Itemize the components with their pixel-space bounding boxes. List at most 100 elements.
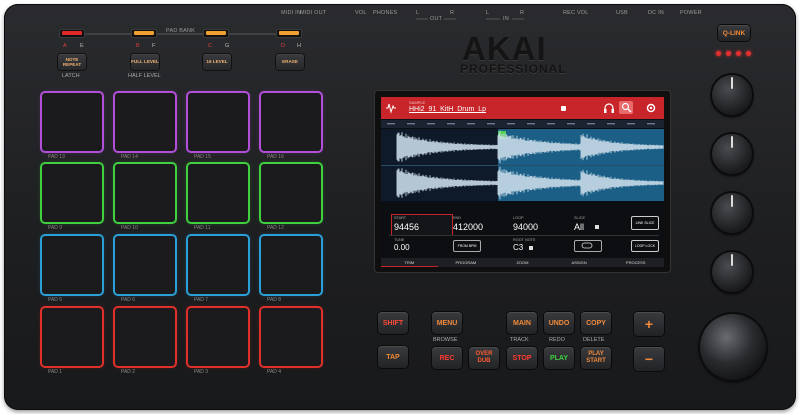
pad-label: PAD 7 bbox=[194, 297, 209, 303]
browse-label: BROWSE bbox=[433, 337, 458, 343]
dc-in-label: DC IN bbox=[648, 10, 664, 16]
slice-value[interactable]: All bbox=[574, 222, 584, 232]
pad-pad-16[interactable] bbox=[261, 93, 321, 151]
root-note-dropdown-icon[interactable] bbox=[529, 246, 533, 250]
play-start-button[interactable]: PLAY START bbox=[581, 347, 611, 369]
screen-tab-assign[interactable]: ASSIGN bbox=[551, 258, 608, 267]
qlink-knob-1[interactable] bbox=[712, 75, 752, 115]
qlink-knob-3[interactable] bbox=[712, 193, 752, 233]
main-button[interactable]: MAIN bbox=[507, 312, 537, 334]
root-note-value[interactable]: C3 bbox=[513, 243, 523, 252]
pad-label: PAD 2 bbox=[121, 369, 136, 375]
bank-g-letter: G bbox=[225, 43, 230, 49]
pad-label: PAD 6 bbox=[121, 297, 136, 303]
loop-label: LOOP bbox=[513, 216, 524, 220]
erase-button[interactable]: ERASE bbox=[276, 54, 304, 70]
qlink-led-4 bbox=[746, 51, 751, 56]
pad-label: PAD 5 bbox=[48, 297, 63, 303]
sample-name[interactable]: HHi2_91_KitH_Drum_Lp bbox=[409, 106, 486, 113]
bank-connector-lines bbox=[85, 33, 276, 35]
pad-label: PAD 16 bbox=[267, 154, 284, 160]
pad-pad-14[interactable] bbox=[115, 93, 175, 151]
q-link-button[interactable]: Q-LINK bbox=[718, 25, 750, 41]
screen-tab-zoom[interactable]: ZOOM bbox=[494, 258, 551, 267]
redo-label: REDO bbox=[549, 337, 565, 343]
qlink-led-3 bbox=[736, 51, 741, 56]
pad-pad-13[interactable] bbox=[42, 93, 102, 151]
pad-pad-10[interactable] bbox=[115, 164, 175, 222]
pad-label: PAD 11 bbox=[194, 225, 211, 231]
tap-button[interactable]: TAP bbox=[378, 346, 408, 368]
usb-label: USB bbox=[616, 10, 628, 16]
midi-out-label: MIDI OUT bbox=[300, 10, 327, 16]
plus-button[interactable]: + bbox=[634, 312, 664, 336]
undo-button[interactable]: UNDO bbox=[544, 312, 574, 334]
qlink-knob-2[interactable] bbox=[712, 134, 752, 174]
qlink-led-1 bbox=[716, 51, 721, 56]
pad-pad-11[interactable] bbox=[188, 164, 248, 222]
pad-pad-4[interactable] bbox=[261, 308, 321, 366]
waveform-channel bbox=[396, 166, 664, 200]
pad-pad-1[interactable] bbox=[42, 308, 102, 366]
data-wheel[interactable] bbox=[700, 314, 766, 380]
settings-icon[interactable] bbox=[645, 102, 657, 114]
minus-button[interactable]: − bbox=[634, 347, 664, 371]
shift-button[interactable]: SHIFT bbox=[378, 312, 408, 334]
pad-pad-12[interactable] bbox=[261, 164, 321, 222]
waveform-channel bbox=[396, 130, 664, 164]
note-repeat-button[interactable]: NOTE REPEAT bbox=[58, 54, 86, 70]
full-level-button[interactable]: FULL LEVEL bbox=[131, 54, 159, 70]
pad-pad-5[interactable] bbox=[42, 236, 102, 294]
screen-tab-process[interactable]: PROCESS bbox=[607, 258, 664, 267]
sample-dropdown-icon[interactable] bbox=[561, 106, 566, 111]
loop-value[interactable]: 94000 bbox=[513, 222, 538, 232]
power-label: POWER bbox=[680, 10, 702, 16]
bank-f-letter: F bbox=[152, 43, 156, 49]
param-divider bbox=[389, 235, 659, 236]
loop-lock-button[interactable]: LOOP LOCK bbox=[631, 240, 659, 252]
pad-pad-15[interactable] bbox=[188, 93, 248, 151]
waveform-mode-icon bbox=[386, 103, 396, 114]
pad-pad-8[interactable] bbox=[261, 236, 321, 294]
start-value[interactable]: 94456 bbox=[394, 222, 419, 232]
delete-label: DELETE bbox=[583, 337, 605, 343]
tune-value[interactable]: 0.00 bbox=[394, 243, 410, 252]
out-bracket-lines bbox=[416, 18, 524, 20]
from-bpm-button[interactable]: FROM BPM bbox=[453, 240, 481, 252]
bank-c-letter: C bbox=[208, 43, 212, 49]
touch-screen[interactable]: SAMPLE HHi2_91_KitH_Drum_Lp START 94456 … bbox=[381, 97, 664, 267]
sixteen-level-button[interactable]: 16 LEVEL bbox=[203, 54, 231, 70]
pad-pad-6[interactable] bbox=[115, 236, 175, 294]
pad-pad-3[interactable] bbox=[188, 308, 248, 366]
bank-e-letter: E bbox=[80, 43, 84, 49]
professional-logo: PROFESSIONAL bbox=[460, 62, 567, 76]
pad-label: PAD 3 bbox=[194, 369, 209, 375]
screen-tab-trim[interactable]: TRIM bbox=[381, 258, 438, 267]
play-button[interactable]: PLAY bbox=[544, 347, 574, 369]
pad-pad-9[interactable] bbox=[42, 164, 102, 222]
pad-pad-7[interactable] bbox=[188, 236, 248, 294]
headphones-icon[interactable] bbox=[603, 102, 615, 114]
pad-pad-2[interactable] bbox=[115, 308, 175, 366]
vol-label: VOL bbox=[355, 10, 367, 16]
end-value[interactable]: 412000 bbox=[453, 222, 483, 232]
sample-header-label: SAMPLE bbox=[409, 100, 426, 105]
menu-button[interactable]: MENU bbox=[432, 312, 462, 334]
bank-d-letter: D bbox=[281, 43, 285, 49]
qlink-knob-4[interactable] bbox=[712, 252, 752, 292]
root-note-label: ROOT NOTE bbox=[513, 238, 536, 242]
screen-tab-program[interactable]: PROGRAM bbox=[438, 258, 495, 267]
slice-dropdown-icon[interactable] bbox=[595, 225, 599, 229]
bank-a-button[interactable] bbox=[59, 29, 85, 38]
track-label: TRACK bbox=[510, 337, 529, 343]
bank-b-letter: B bbox=[136, 43, 140, 49]
copy-button[interactable]: COPY bbox=[581, 312, 611, 334]
waveform bbox=[396, 130, 664, 200]
link-slice-button[interactable]: LINK SLICE bbox=[631, 216, 659, 230]
overdub-button[interactable]: OVER DUB bbox=[469, 347, 499, 369]
end-label: END bbox=[453, 216, 462, 220]
stop-button[interactable]: STOP bbox=[507, 347, 537, 369]
pad-label: PAD 13 bbox=[48, 154, 65, 160]
rec-button[interactable]: REC bbox=[432, 347, 462, 369]
bank-h-letter: H bbox=[297, 43, 301, 49]
